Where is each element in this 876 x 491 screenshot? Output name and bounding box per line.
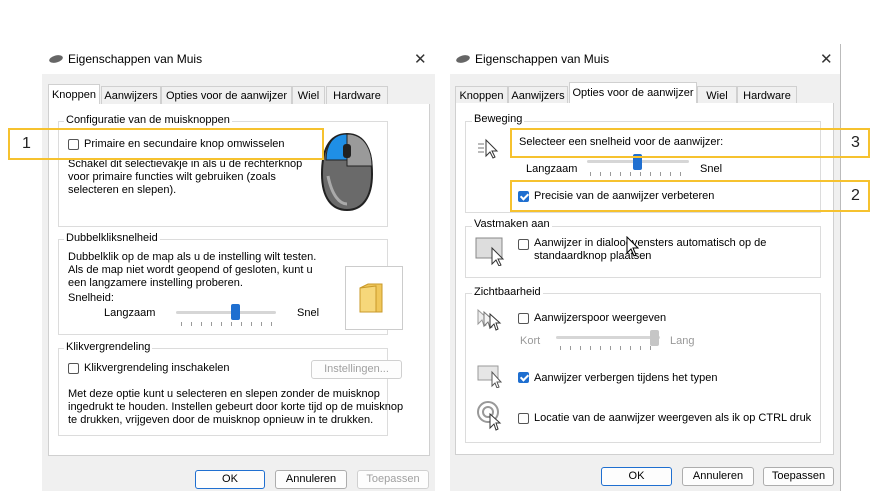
tab-knoppen[interactable]: Knoppen — [455, 86, 508, 104]
double-click-slider-thumb[interactable] — [231, 304, 240, 320]
trail-icon — [477, 308, 502, 331]
snap-legend: Vastmaken aan — [472, 218, 552, 230]
visibility-legend: Zichtbaarheid — [472, 286, 543, 298]
snap-cursor-icon — [475, 237, 505, 266]
trails-long: Lang — [670, 335, 695, 347]
snap-checkbox[interactable] — [518, 239, 529, 250]
motion-legend: Beweging — [472, 113, 525, 125]
ctrl-locate-checkbox[interactable] — [518, 413, 529, 424]
left-dialog-title: Eigenschappen van Muis — [68, 52, 203, 66]
double-click-legend: Dubbelkliksnelheid — [64, 232, 160, 244]
tab-aanwijzers[interactable]: Aanwijzers — [508, 86, 568, 104]
ctrl-locate-label: Locatie van de aanwijzer weergeven als i… — [534, 412, 812, 424]
trails-checkbox[interactable] — [518, 313, 529, 324]
hide-cursor-icon — [477, 365, 503, 388]
cursor-speed-icon — [478, 138, 499, 159]
folder-icon — [359, 283, 383, 313]
click-lock-legend: Klikvergrendeling — [64, 341, 153, 353]
button-config-legend: Configuratie van de muisknoppen — [64, 114, 232, 126]
double-click-slider-ticks — [181, 322, 272, 326]
tab-knoppen[interactable]: Knoppen — [48, 84, 100, 106]
trails-label: Aanwijzerspoor weergeven — [534, 312, 667, 324]
tab-wiel[interactable]: Wiel — [697, 86, 737, 104]
trails-slider-track[interactable] — [556, 336, 660, 339]
swap-description: Schakel dit selectievakje in als u de re… — [68, 158, 303, 196]
motion-fast: Snel — [700, 163, 723, 175]
close-icon[interactable]: ✕ — [414, 50, 427, 68]
left-apply-button[interactable]: Toepassen — [357, 470, 429, 489]
trails-short: Kort — [520, 335, 541, 347]
ctrl-locate-icon — [477, 401, 502, 431]
right-dialog-title: Eigenschappen van Muis — [475, 52, 610, 66]
trails-slider-thumb[interactable] — [650, 330, 659, 346]
double-click-slider-track[interactable] — [176, 311, 276, 314]
motion-slider-ticks — [590, 172, 686, 176]
annotation-number-1: 1 — [22, 135, 31, 152]
right-ok-button[interactable]: OK — [601, 467, 672, 486]
left-cancel-button[interactable]: Annuleren — [275, 470, 347, 489]
motion-slow: Langzaam — [526, 163, 578, 175]
tab-aanwijzers[interactable]: Aanwijzers — [101, 86, 161, 104]
right-cancel-button[interactable]: Annuleren — [682, 467, 754, 486]
close-icon[interactable]: ✕ — [820, 50, 833, 68]
double-click-fast: Snel — [297, 307, 320, 319]
tab-opties[interactable]: Opties voor de aanwijzer — [569, 82, 697, 104]
highlight-box-3 — [510, 128, 870, 158]
mouse-image — [320, 132, 374, 212]
mouse-icon — [456, 55, 470, 63]
click-lock-label: Klikvergrendeling inschakelen — [84, 362, 230, 374]
click-lock-checkbox[interactable] — [68, 363, 79, 374]
tab-hardware[interactable]: Hardware — [737, 86, 797, 104]
trails-slider-ticks — [560, 346, 658, 350]
mouse-cursor — [626, 236, 640, 257]
mouse-icon — [49, 55, 63, 63]
annotation-number-2: 2 — [851, 187, 860, 204]
click-lock-settings-button[interactable]: Instellingen... — [311, 360, 402, 379]
speed-label: Snelheid: — [68, 292, 114, 304]
hide-typing-checkbox[interactable] — [518, 372, 529, 383]
right-dialog-border — [840, 44, 841, 491]
snap-label: Aanwijzer in dialoogvensters automatisch… — [534, 237, 767, 262]
tab-hardware[interactable]: Hardware — [326, 86, 388, 104]
left-ok-button[interactable]: OK — [195, 470, 265, 489]
click-lock-description: Met deze optie kunt u selecteren en slep… — [68, 388, 404, 426]
double-click-description: Dubbelklik op de map als u de instelling… — [68, 251, 317, 289]
tab-wiel[interactable]: Wiel — [292, 86, 325, 104]
highlight-box-2 — [510, 180, 870, 212]
tab-opties[interactable]: Opties voor de aanwijzer — [161, 86, 292, 104]
double-click-slow: Langzaam — [104, 307, 156, 319]
right-apply-button[interactable]: Toepassen — [763, 467, 834, 486]
annotation-number-3: 3 — [851, 134, 860, 151]
hide-typing-label: Aanwijzer verbergen tijdens het typen — [534, 372, 718, 384]
highlight-box-1 — [8, 128, 324, 160]
